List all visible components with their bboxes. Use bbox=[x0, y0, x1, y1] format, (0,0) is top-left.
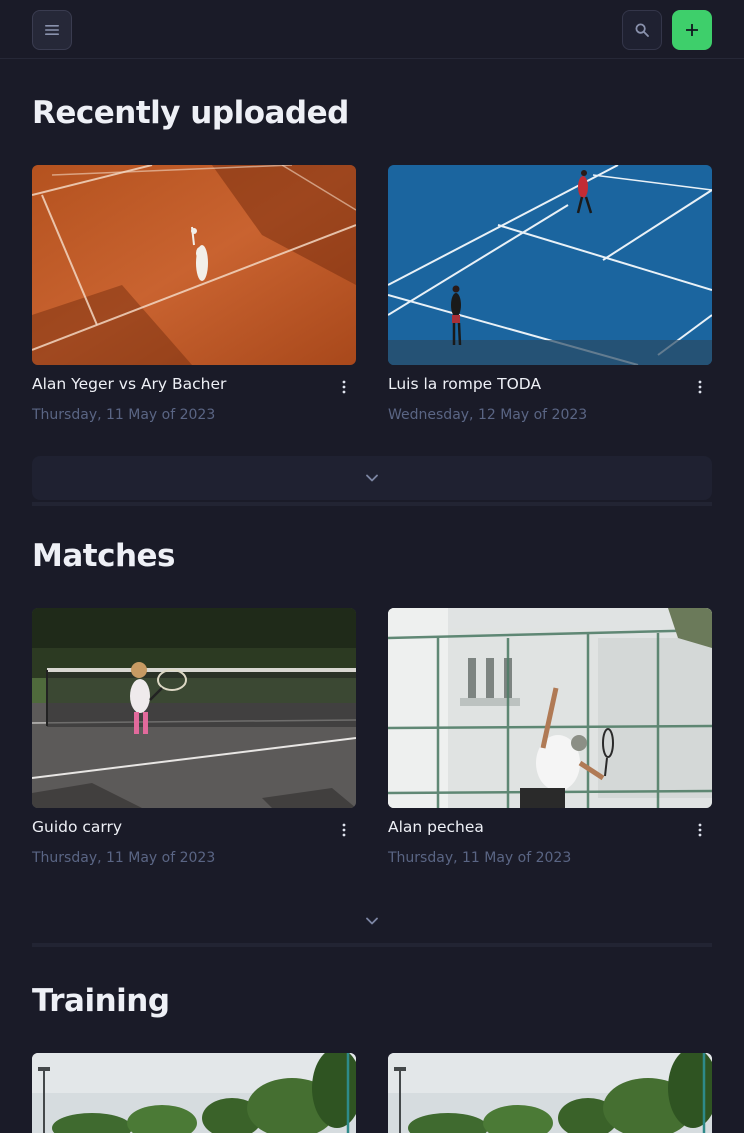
video-card[interactable] bbox=[388, 1053, 712, 1133]
kebab-menu-icon bbox=[698, 823, 702, 837]
section-title-recently-uploaded: Recently uploaded bbox=[32, 95, 349, 131]
video-date: Thursday, 11 May of 2023 bbox=[388, 850, 572, 866]
hamburger-menu-icon bbox=[45, 25, 59, 35]
menu-button[interactable] bbox=[32, 10, 72, 50]
add-button[interactable] bbox=[672, 10, 712, 50]
kebab-menu-icon bbox=[698, 380, 702, 394]
video-card[interactable]: Alan pechea Thursday, 11 May of 2023 bbox=[388, 608, 712, 873]
video-thumbnail[interactable] bbox=[388, 1053, 712, 1133]
video-thumbnail[interactable] bbox=[32, 1053, 356, 1133]
video-thumbnail[interactable] bbox=[32, 165, 356, 365]
section-title-matches: Matches bbox=[32, 538, 176, 574]
chevron-down-icon bbox=[366, 474, 378, 482]
video-date: Wednesday, 12 May of 2023 bbox=[388, 407, 588, 423]
video-date: Thursday, 11 May of 2023 bbox=[32, 407, 216, 423]
video-thumbnail[interactable] bbox=[388, 608, 712, 808]
plus-icon bbox=[686, 24, 698, 36]
video-thumbnail[interactable] bbox=[32, 608, 356, 808]
more-options-button[interactable] bbox=[692, 820, 708, 840]
video-card[interactable]: Alan Yeger vs Ary Bacher Thursday, 11 Ma… bbox=[32, 165, 356, 430]
video-title[interactable]: Alan Yeger vs Ary Bacher bbox=[32, 375, 226, 393]
video-title[interactable]: Alan pechea bbox=[388, 818, 484, 836]
video-card[interactable]: Luis la rompe TODA Wednesday, 12 May of … bbox=[388, 165, 712, 430]
chevron-down-icon bbox=[366, 917, 378, 925]
video-card[interactable]: Guido carry Thursday, 11 May of 2023 bbox=[32, 608, 356, 873]
expand-section-button[interactable] bbox=[32, 456, 712, 500]
search-button[interactable] bbox=[622, 10, 662, 50]
section-title-training: Training bbox=[32, 983, 170, 1019]
video-card[interactable] bbox=[32, 1053, 356, 1133]
search-icon bbox=[635, 23, 649, 37]
section-divider bbox=[32, 943, 712, 947]
video-thumbnail[interactable] bbox=[388, 165, 712, 365]
video-title[interactable]: Guido carry bbox=[32, 818, 122, 836]
section-divider bbox=[32, 502, 712, 506]
expand-section-button[interactable] bbox=[32, 899, 712, 943]
more-options-button[interactable] bbox=[336, 377, 352, 397]
top-bar bbox=[0, 0, 744, 59]
video-title[interactable]: Luis la rompe TODA bbox=[388, 375, 541, 393]
kebab-menu-icon bbox=[342, 823, 346, 837]
video-date: Thursday, 11 May of 2023 bbox=[32, 850, 216, 866]
kebab-menu-icon bbox=[342, 380, 346, 394]
more-options-button[interactable] bbox=[336, 820, 352, 840]
more-options-button[interactable] bbox=[692, 377, 708, 397]
